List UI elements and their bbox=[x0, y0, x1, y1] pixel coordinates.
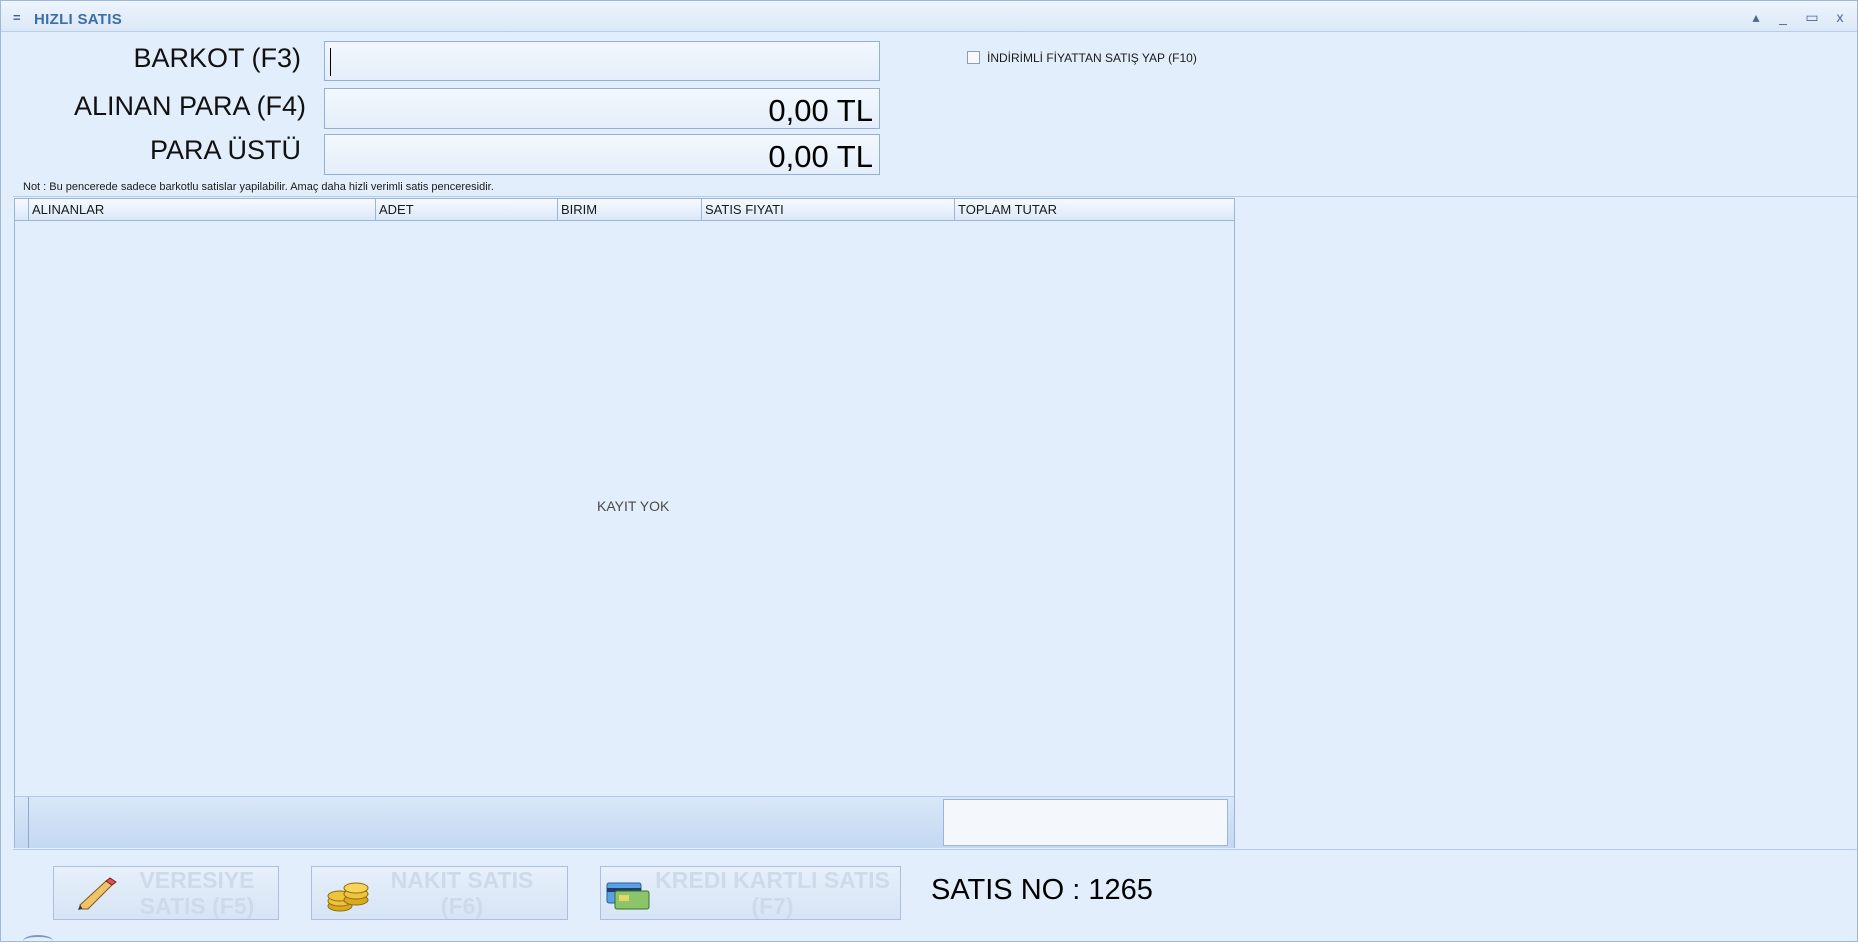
cash-sale-label-line1: NAKIT SATIS bbox=[390, 867, 534, 893]
grid-empty-message: KAYIT YOK bbox=[597, 498, 670, 514]
barcode-label: BARKOT (F3) bbox=[133, 43, 301, 73]
window-close-icon[interactable]: x bbox=[1829, 9, 1851, 25]
credit-sale-label-line2: SATIS (F5) bbox=[139, 893, 255, 919]
discount-price-checkbox[interactable] bbox=[967, 51, 980, 64]
column-header-unit[interactable]: BIRIM bbox=[557, 199, 701, 220]
cash-sale-label-line2: (F6) bbox=[440, 893, 484, 919]
grid-total-summary bbox=[943, 799, 1228, 846]
window-title: HIZLI SATIS bbox=[34, 11, 123, 28]
top-divider bbox=[13, 196, 1857, 197]
card-sale-label-line1: KREDI KARTLI SATIS bbox=[655, 867, 890, 893]
received-money-input[interactable]: 0,00 TL bbox=[324, 88, 880, 129]
barcode-input[interactable] bbox=[324, 41, 880, 81]
column-header-total-amount[interactable]: TOPLAM TUTAR bbox=[954, 199, 1234, 220]
window-minimize-icon[interactable]: _ bbox=[1772, 9, 1794, 25]
change-amount-field: 0,00 TL bbox=[324, 134, 880, 175]
discount-price-checkbox-label[interactable]: İNDİRİMLİ FİYATTAN SATIŞ YAP (F10) bbox=[987, 51, 1197, 65]
quick-sale-window: = HIZLI SATIS ▴ _ ▭ x BARKOT (F3) ALINAN… bbox=[0, 0, 1858, 942]
card-sale-button[interactable]: KREDI KARTLI SATIS (F7) bbox=[600, 866, 901, 920]
received-money-value: 0,00 TL bbox=[768, 93, 873, 128]
pencil-icon bbox=[78, 877, 118, 916]
window-maximize-icon[interactable]: ▭ bbox=[1801, 9, 1823, 25]
sale-number: SATIS NO : 1265 bbox=[931, 874, 1153, 906]
column-header-items[interactable]: ALINANLAR bbox=[28, 199, 375, 220]
grid-footer-divider bbox=[28, 797, 29, 848]
column-header-quantity[interactable]: ADET bbox=[375, 199, 557, 220]
window-menu-icon[interactable]: = bbox=[13, 10, 21, 25]
received-money-label: ALINAN PARA (F4) bbox=[73, 91, 306, 121]
card-sale-label-line2: (F7) bbox=[751, 893, 794, 919]
items-grid[interactable]: ALINANLAR ADET BIRIM SATIS FIYATI TOPLAM… bbox=[14, 198, 1235, 848]
change-amount-value: 0,00 TL bbox=[768, 139, 873, 174]
title-bar: = HIZLI SATIS ▴ _ ▭ x bbox=[1, 1, 1857, 32]
column-header-sale-price[interactable]: SATIS FIYATI bbox=[701, 199, 954, 220]
grid-header: ALINANLAR ADET BIRIM SATIS FIYATI TOPLAM… bbox=[15, 199, 1234, 221]
change-label: PARA ÜSTÜ bbox=[149, 135, 301, 165]
bottom-divider bbox=[13, 849, 1857, 850]
credit-sale-label-line1: VERESIYE bbox=[139, 867, 255, 893]
credit-sale-button[interactable]: VERESIYE SATIS (F5) bbox=[53, 866, 279, 920]
grid-footer bbox=[15, 796, 1234, 848]
cash-sale-button[interactable]: NAKIT SATIS (F6) bbox=[311, 866, 568, 920]
info-note: Not : Bu pencerede sadece barkotlu satis… bbox=[23, 181, 494, 193]
window-collapse-icon[interactable]: ▴ bbox=[1745, 9, 1767, 25]
text-caret bbox=[330, 48, 331, 76]
status-indicator bbox=[23, 935, 53, 947]
